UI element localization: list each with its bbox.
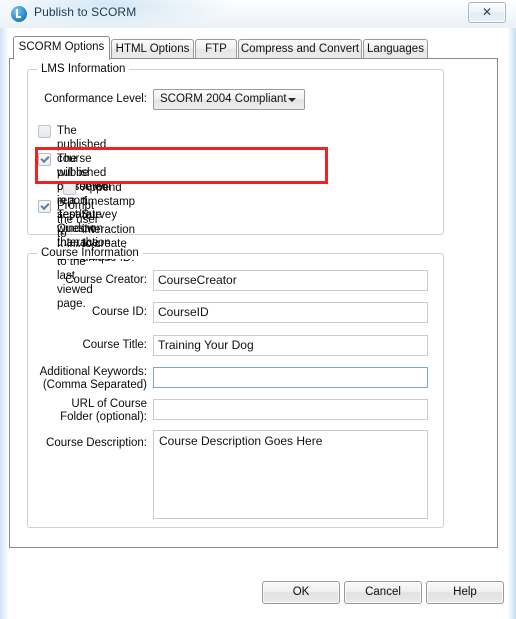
additional-keywords-input[interactable] <box>153 367 428 388</box>
close-icon: ✕ <box>481 5 493 19</box>
scorm-options-panel: LMS Information Conformance Level: SCORM… <box>9 58 498 548</box>
cancel-button[interactable]: Cancel <box>344 581 422 604</box>
help-button[interactable]: Help <box>426 581 504 604</box>
tab-ftp[interactable]: FTP <box>195 39 237 58</box>
report-test-survey-question-interaction-checkbox[interactable] <box>38 153 51 166</box>
url-of-course-folder-label: URL of Course Folder (optional): <box>60 398 147 423</box>
course-description-label: Course Description: <box>46 437 147 449</box>
conformance-level-label: Conformance Level: <box>44 93 147 105</box>
tab-scorm-options[interactable]: SCORM Options <box>13 36 110 60</box>
lms-information-group-label: LMS Information <box>37 63 130 75</box>
course-title-label: Course Title: <box>82 339 147 351</box>
lectora-logo-icon <box>11 6 27 22</box>
ok-button[interactable]: OK <box>262 581 340 604</box>
course-creator-input[interactable]: CourseCreator <box>153 270 428 291</box>
prompt-last-viewed-page-checkbox[interactable] <box>38 200 51 213</box>
close-button[interactable]: ✕ <box>468 2 506 23</box>
course-creator-label: Course Creator: <box>65 274 147 286</box>
title-bar: Publish to SCORM ✕ <box>0 0 516 28</box>
conformance-level-dropdown[interactable]: SCORM 2004 Compliant <box>153 89 305 110</box>
chevron-down-icon <box>288 98 296 102</box>
tab-languages[interactable]: Languages <box>363 39 428 58</box>
separate-window-checkbox[interactable] <box>38 125 51 138</box>
course-title-input[interactable]: Training Your Dog <box>153 335 428 356</box>
append-timestamp-checkbox[interactable] <box>63 182 76 195</box>
additional-keywords-label: Additional Keywords: (Comma Separated) <box>39 366 147 391</box>
course-description-textarea[interactable]: Course Description Goes Here <box>153 430 428 519</box>
window-title: Publish to SCORM <box>34 5 137 19</box>
publish-to-scorm-dialog: Publish to SCORM ✕ SCORM Options HTML Op… <box>0 0 516 619</box>
course-id-input[interactable]: CourseID <box>153 302 428 323</box>
url-of-course-folder-input[interactable] <box>153 399 428 420</box>
tab-compress-and-convert[interactable]: Compress and Convert <box>238 39 362 58</box>
tab-html-options[interactable]: HTML Options <box>111 39 194 58</box>
conformance-level-value: SCORM 2004 Compliant <box>160 93 287 105</box>
course-id-label: Course ID: <box>92 306 147 318</box>
course-information-group-label: Course Information <box>37 247 143 259</box>
